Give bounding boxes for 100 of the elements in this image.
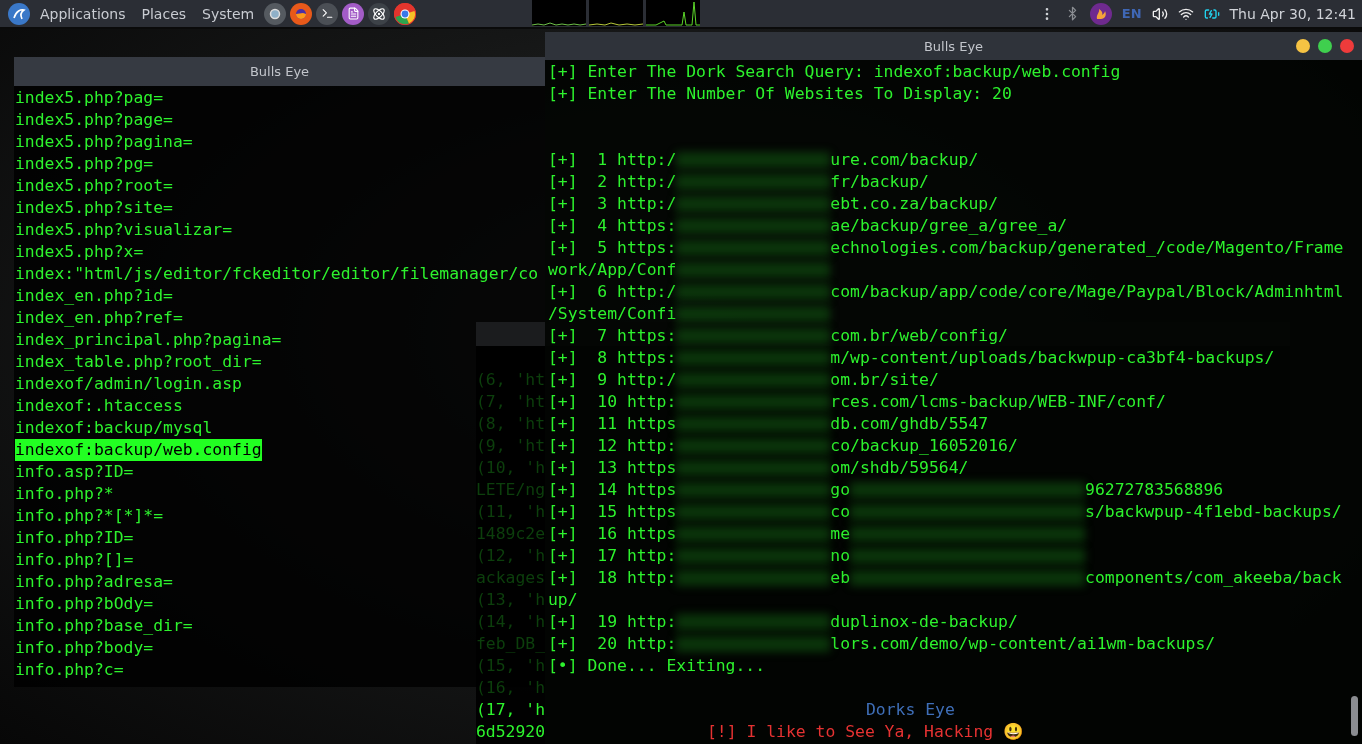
terminal-text: [•] Done... Exiting... <box>548 655 766 677</box>
terminal-text: [+] 6 http:/ <box>548 281 677 303</box>
dork-list-item[interactable]: index:"html/js/editor/fckeditor/editor/filemanager/co <box>15 263 538 285</box>
terminal-text: om.br/site/ <box>830 369 939 391</box>
atom-icon[interactable] <box>368 2 391 25</box>
menu-item[interactable]: Places <box>135 5 193 22</box>
dork-list-item[interactable]: info.php?*[*]*= <box>15 505 164 527</box>
scrollbar[interactable] <box>1351 696 1358 736</box>
dork-list-item[interactable]: info.php?base_dir= <box>15 615 193 637</box>
dork-list-item[interactable]: index5.php?pag= <box>15 87 164 109</box>
terminal-text: com.br/web/config/ <box>830 325 1008 347</box>
terminal-text: echnologies.com/backup/generated_/code/Magento/Frame <box>830 237 1344 259</box>
terminal-text: [+] 9 http:/ <box>548 369 677 391</box>
dork-list-item[interactable]: indexof:.htaccess <box>15 395 183 417</box>
terminal-text: co/backup_16052016/ <box>830 435 1018 457</box>
dork-list-item[interactable]: index5.php?pg= <box>15 153 154 175</box>
browser-icon[interactable] <box>290 2 313 25</box>
dork-list-item[interactable]: index5.php?page= <box>15 109 173 131</box>
terminal-text: [+] 16 https <box>548 523 677 545</box>
terminal-text: co <box>830 501 851 523</box>
terminal-text: (12, 'h <box>476 545 546 567</box>
terminal-text: [+] 11 https <box>548 413 677 435</box>
window-title: Bulls Eye <box>249 64 310 79</box>
terminal-text: [+] 19 http: <box>548 611 677 633</box>
dork-list-item[interactable]: indexof:backup/web.config <box>15 439 262 461</box>
dork-list-item[interactable]: index5.php?visualizar= <box>15 219 233 241</box>
dork-list-item[interactable]: info.php?body= <box>15 637 154 659</box>
terminal-text: [+] 10 http: <box>548 391 677 413</box>
terminal-text: [+] 7 https: <box>548 325 677 347</box>
terminal-text: (11, 'h <box>476 501 546 523</box>
terminal-text: up/ <box>548 589 578 611</box>
terminal-text: (6, 'ht <box>476 369 546 391</box>
dork-list-item[interactable]: indexof:backup/mysql <box>15 417 213 439</box>
dork-list-item[interactable]: index5.php?pagina= <box>15 131 193 153</box>
terminal-text: work/App/Conf <box>548 259 677 281</box>
dork-list-item[interactable]: info.php?ID= <box>15 527 134 549</box>
terminal-text: [+] 12 http: <box>548 435 677 457</box>
browser-icon[interactable] <box>394 2 417 25</box>
ring-icon[interactable] <box>264 2 287 25</box>
maximize-button[interactable] <box>1318 39 1332 53</box>
terminal-text: (15, 'h <box>476 655 546 677</box>
terminal-text: eb <box>830 567 851 589</box>
dork-list-item[interactable]: indexof/admin/login.asp <box>15 373 242 395</box>
terminal-text: me <box>830 523 851 545</box>
terminal-text: m/wp-content/uploads/backwpup-ca3bf4-backups/ <box>830 347 1275 369</box>
terminal-text: (13, 'h <box>476 589 546 611</box>
terminal-text: duplinox-de-backup/ <box>830 611 1018 633</box>
terminal-icon[interactable] <box>316 2 339 25</box>
dork-list-item[interactable]: info.php?[]= <box>15 549 134 571</box>
dork-list-item[interactable]: index_en.php?id= <box>15 285 173 307</box>
terminal-text: ebt.co.za/backup/ <box>830 193 999 215</box>
minimize-button[interactable] <box>1296 39 1310 53</box>
terminal-text: (10, 'h <box>476 457 546 479</box>
terminal-text: ure.com/backup/ <box>830 149 979 171</box>
terminal-text: LETE/ng <box>476 479 546 501</box>
terminal-text: [+] 13 https <box>548 457 677 479</box>
terminal-text: [+] 8 https: <box>548 347 677 369</box>
dork-list-item[interactable]: index5.php?x= <box>15 241 144 263</box>
document-icon[interactable] <box>342 2 365 25</box>
terminal-text: (8, 'ht <box>476 413 546 435</box>
clock[interactable]: Thu Apr 30, 12:41 <box>1229 5 1356 22</box>
dork-list-item[interactable]: index_table.php?root_dir= <box>15 351 262 373</box>
dork-list-item[interactable]: info.php?bOdy= <box>15 593 154 615</box>
flame-icon[interactable] <box>1089 2 1112 25</box>
terminal-text: [+] 5 https: <box>548 237 677 259</box>
terminal-text: feb_DB_ <box>476 633 546 655</box>
terminal-text: [+] 15 https <box>548 501 677 523</box>
dork-list-item[interactable]: index5.php?site= <box>15 197 173 219</box>
banner-text: Dorks Eye <box>866 699 955 721</box>
logo-icon[interactable] <box>8 2 30 25</box>
terminal-text: om/shdb/59564/ <box>830 457 969 479</box>
terminal-text: fr/backup/ <box>830 171 929 193</box>
dork-list-item[interactable]: index5.php?root= <box>15 175 173 197</box>
menu-item[interactable]: Applications <box>34 5 132 22</box>
terminal-text: go <box>830 479 851 501</box>
terminal-text: ae/backup/gree_a/gree_a/ <box>830 215 1068 237</box>
dork-list-item[interactable]: info.php?adresa= <box>15 571 173 593</box>
terminal-text: (16, 'h <box>476 677 546 699</box>
volume-icon[interactable] <box>1151 5 1168 22</box>
window-title: Bulls Eye <box>923 38 984 54</box>
terminal-text: lors.com/demo/wp-content/ai1wm-backups/ <box>830 633 1216 655</box>
terminal-text: com/backup/app/code/core/Mage/Paypal/Block/Adminhtml <box>830 281 1344 303</box>
dork-list-item[interactable]: info.asp?ID= <box>15 461 134 483</box>
dork-list-item[interactable]: info.php?c= <box>15 659 124 681</box>
terminal-text: [+] 17 http: <box>548 545 677 567</box>
terminal-text: /System/Confi <box>548 303 677 325</box>
close-button[interactable] <box>1340 39 1354 53</box>
dork-list-item[interactable]: index_en.php?ref= <box>15 307 183 329</box>
terminal-text: [+] 3 http:/ <box>548 193 677 215</box>
terminal-text: 1489c2e <box>476 523 546 545</box>
terminal-text: ackages <box>476 567 546 589</box>
dork-list-item[interactable]: info.php?* <box>15 483 114 505</box>
terminal-text: [+] 20 http: <box>548 633 677 655</box>
terminal-text: [+] 1 http:/ <box>548 149 677 171</box>
menu-item[interactable]: System <box>196 5 261 22</box>
terminal-text: [+] Enter The Number Of Websites To Display: 20 <box>548 83 1012 105</box>
terminal-text: (7, 'ht <box>476 391 546 413</box>
dork-list-item[interactable]: index_principal.php?pagina= <box>15 329 282 351</box>
terminal-text: (14, 'h <box>476 611 546 633</box>
terminal-text: [+] Enter The Dork Search Query: indexof:backup/web.config <box>548 61 1121 83</box>
